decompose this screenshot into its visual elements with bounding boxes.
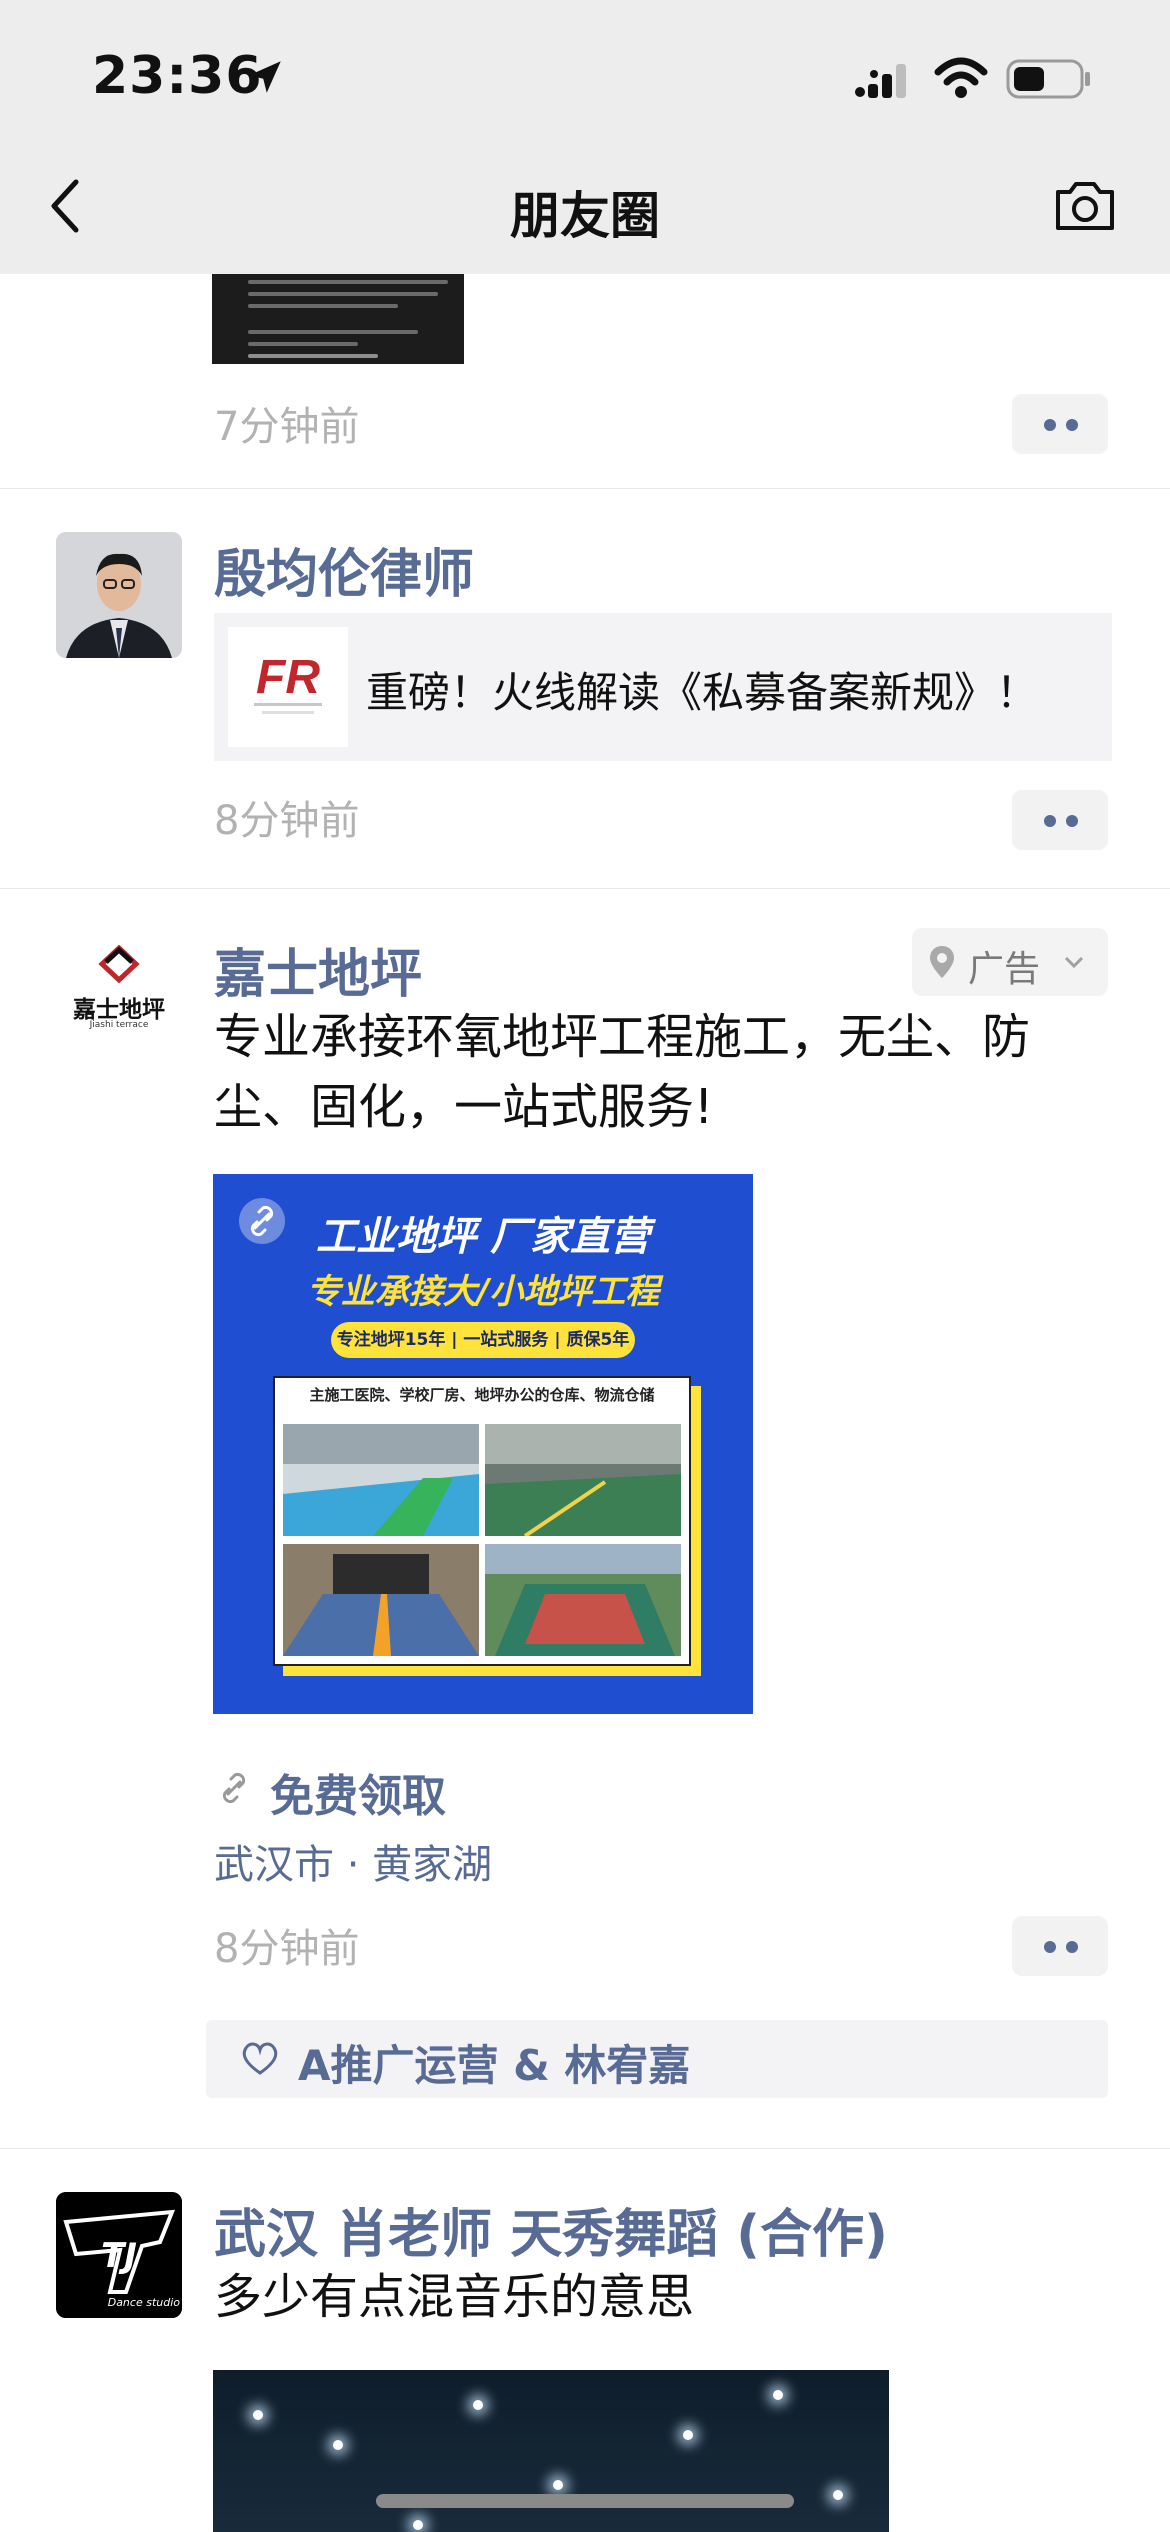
avatar-brand-subtext: Jiashi terrace — [89, 1020, 149, 1030]
avatar-brand-subtext: Dance studio — [107, 2296, 180, 2309]
floor-photo-blue — [283, 1424, 479, 1536]
top-bar: 23:36 朋友圈 — [0, 0, 1170, 274]
floor-photo-court — [485, 1544, 681, 1656]
ad-image[interactable]: 工业地坪 厂家直营 专业承接大/小地坪工程 专注地坪15年 | 一站式服务 | … — [213, 1174, 753, 1714]
post-time: 8分钟前 — [214, 1926, 360, 1972]
ad-pill: 专注地坪15年 | 一站式服务 | 质保5年 — [331, 1322, 635, 1358]
post-location[interactable]: 武汉市 · 黄家湖 — [214, 1832, 492, 1890]
post-divider — [0, 488, 1170, 489]
post-author[interactable]: 武汉 肖老师 天秀舞蹈 (合作) — [214, 2192, 888, 2267]
post-divider — [0, 888, 1170, 889]
avatar-brand-text: 嘉士地坪 — [73, 997, 165, 1023]
heart-icon — [242, 2042, 278, 2075]
cta-label: 免费领取 — [270, 1771, 446, 1822]
home-indicator[interactable] — [376, 2494, 794, 2508]
battery-icon — [1006, 59, 1090, 99]
wifi-icon — [934, 57, 988, 98]
post-more-button[interactable] — [1012, 790, 1108, 850]
lawyer-portrait — [56, 532, 182, 658]
floor-photo-tunnel — [283, 1544, 479, 1656]
post-time: 8分钟前 — [214, 798, 360, 844]
camera-icon[interactable] — [1052, 178, 1118, 234]
status-time: 23:36 — [92, 46, 263, 106]
likes-box: A推广运营 & 林宥嘉 — [206, 2020, 1108, 2098]
ad-frame: 主施工医院、学校厂房、地坪办公的仓库、物流仓储 — [273, 1376, 691, 1666]
avatar[interactable]: 嘉士地坪 Jiashi terrace — [56, 932, 182, 1058]
ad-subheadline: 专业承接大/小地坪工程 — [306, 1272, 660, 1312]
location-pin-icon — [930, 946, 954, 978]
link-thumbnail: FR — [228, 627, 348, 747]
cellular-signal-icon — [855, 64, 906, 98]
post-more-button[interactable] — [1012, 394, 1108, 454]
floor-photo-parking — [485, 1424, 681, 1536]
post-author[interactable]: 殷均伦律师 — [214, 532, 474, 607]
avatar-brand-text: TJ — [101, 2236, 137, 2276]
fr-logo: FR — [254, 651, 322, 714]
chevron-down-icon — [1064, 956, 1084, 969]
link-icon — [222, 1772, 246, 1804]
post-text: 专业承接环氧地坪工程施工，无尘、防尘、固化，一站式服务! — [214, 1009, 1031, 1135]
ad-label: 广告 — [968, 949, 1041, 990]
shared-link-card[interactable]: FR 重磅！火线解读《私募备案新规》！ — [214, 613, 1112, 761]
ad-badge[interactable]: 广告 — [912, 928, 1108, 996]
post-author[interactable]: 嘉士地坪 — [214, 932, 422, 1007]
svg-text:FR: FR — [256, 651, 320, 704]
likes-names[interactable]: A推广运营 & 林宥嘉 — [298, 2032, 690, 2093]
previous-post-image[interactable] — [212, 274, 464, 364]
location-arrow-icon — [249, 61, 281, 93]
link-title: 重磅！火线解读《私募备案新规》！ — [366, 668, 1039, 717]
ad-frame-title: 主施工医院、学校厂房、地坪办公的仓库、物流仓储 — [309, 1386, 655, 1404]
page-title: 朋友圈 — [510, 187, 660, 245]
avatar[interactable]: TJ Dance studio — [56, 2192, 182, 2318]
post-text: 多少有点混音乐的意思 — [214, 2269, 695, 2325]
post-more-button[interactable] — [1012, 1916, 1108, 1976]
post-time: 7分钟前 — [214, 404, 360, 450]
post-divider — [0, 2148, 1170, 2149]
avatar[interactable] — [56, 532, 182, 658]
ad-headline: 工业地坪 厂家直营 — [316, 1214, 650, 1260]
